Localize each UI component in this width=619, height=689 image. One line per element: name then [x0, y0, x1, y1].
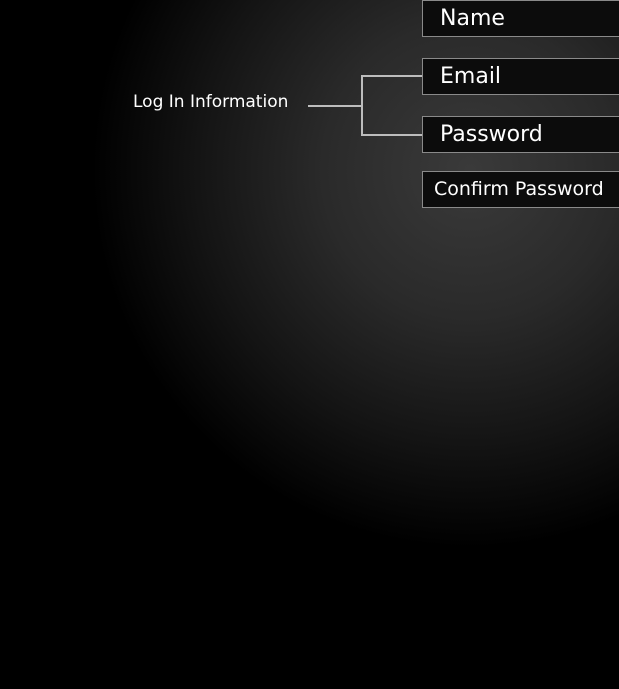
password-field[interactable]: Password — [422, 116, 619, 153]
bracket-connector — [308, 105, 363, 107]
bracket-to-email — [361, 75, 422, 77]
confirm-password-field[interactable]: Confirm Password — [422, 171, 619, 208]
bracket-vertical — [361, 75, 363, 136]
bracket-to-password — [361, 134, 422, 136]
email-field[interactable]: Email — [422, 58, 619, 95]
log-in-information-label: Log In Information — [133, 92, 289, 112]
name-field[interactable]: Name — [422, 0, 619, 37]
